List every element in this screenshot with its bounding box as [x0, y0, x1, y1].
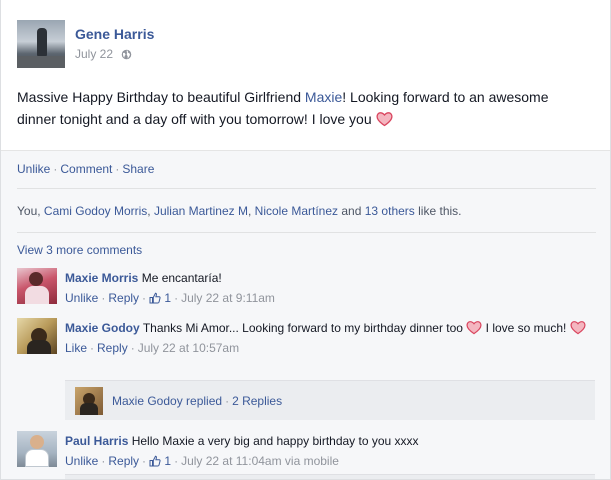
- separator-dot: ·: [90, 341, 95, 355]
- replies-text: Maxie Godoy replied · 2 Replies: [112, 394, 282, 408]
- share-link[interactable]: Share: [122, 162, 154, 176]
- comment-like-count[interactable]: 1: [164, 291, 171, 305]
- replies-count-link[interactable]: 2 Replies: [232, 394, 282, 408]
- commenter-avatar[interactable]: [17, 268, 57, 304]
- divider: [17, 188, 596, 189]
- comment-reply-link[interactable]: Reply: [97, 341, 128, 355]
- comment-text: Hello Maxie a very big and happy birthda…: [131, 434, 419, 448]
- separator-dot: ·: [225, 394, 230, 408]
- heart-icon: [375, 112, 393, 127]
- replier-name[interactable]: Maxie Godoy: [112, 394, 183, 408]
- thumbs-up-icon[interactable]: [149, 455, 161, 467]
- comment-unlike-link[interactable]: Unlike: [65, 454, 98, 468]
- commenter-avatar[interactable]: [17, 431, 57, 467]
- liker-name[interactable]: Nicole Martínez: [255, 204, 338, 218]
- post-mention[interactable]: Maxie: [305, 89, 342, 105]
- separator-dot: ·: [115, 162, 120, 176]
- commenter-name[interactable]: Maxie Morris: [65, 271, 138, 285]
- post-text-before: Massive Happy Birthday to beautiful Girl…: [17, 89, 305, 105]
- comment-body: Maxie Godoy Thanks Mi Amor... Looking fo…: [65, 318, 595, 358]
- liker-name[interactable]: Julian Martinez M: [154, 204, 248, 218]
- separator-dot: ·: [142, 454, 147, 468]
- commenter-name[interactable]: Maxie Godoy: [65, 321, 140, 335]
- comment-meta: Like · Reply · July 22 at 10:57am: [65, 338, 595, 358]
- comment-reply-link[interactable]: Reply: [108, 291, 139, 305]
- comment-meta: Unlike · Reply · 1 · July 22 at 11:04am via m…: [65, 451, 595, 471]
- comment-meta: Unlike · Reply · 1 · July 22 at 9:11am: [65, 288, 595, 308]
- avatar-figure: [37, 28, 47, 56]
- divider: [17, 232, 596, 233]
- heart-icon: [466, 321, 482, 335]
- globe-icon[interactable]: [121, 49, 132, 60]
- comment-text: I love so much!: [485, 321, 567, 335]
- likes-summary-row: You, Cami Godoy Morris, Julian Martinez …: [1, 188, 610, 232]
- thumbs-up-icon[interactable]: [149, 292, 161, 304]
- comment-body: Paul Harris Hello Maxie a very big and h…: [65, 431, 595, 471]
- likes-others-link[interactable]: 13 others: [365, 204, 415, 218]
- separator-dot: ·: [101, 291, 106, 305]
- next-reply-box: [65, 474, 595, 479]
- likes-and: and: [341, 204, 362, 218]
- comment-timestamp[interactable]: July 22 at 10:57am: [138, 341, 239, 355]
- comment-like-count[interactable]: 1: [164, 454, 171, 468]
- post-actions-bar: Unlike · Comment · Share: [1, 150, 610, 188]
- replier-avatar: [75, 387, 103, 415]
- separator-dot: ·: [130, 341, 135, 355]
- liker-name[interactable]: Cami Godoy Morris: [44, 204, 147, 218]
- comment-text: Me encantaría!: [141, 271, 222, 285]
- author-avatar[interactable]: [17, 20, 65, 68]
- separator-dot: ·: [101, 454, 106, 468]
- avatar-ground: [17, 56, 65, 68]
- comment-item: Maxie Godoy Thanks Mi Amor... Looking fo…: [17, 318, 595, 378]
- replies-summary[interactable]: Maxie Godoy replied · 2 Replies: [65, 380, 595, 420]
- comment-timestamp[interactable]: July 22 at 9:11am: [181, 291, 275, 305]
- likes-summary: You, Cami Godoy Morris, Julian Martinez …: [17, 204, 462, 218]
- post-header: Gene Harris July 22: [17, 20, 154, 68]
- unlike-link[interactable]: Unlike: [17, 162, 50, 176]
- post-card: Gene Harris July 22 Massive Happy Birthd…: [0, 0, 611, 480]
- header-text: Gene Harris July 22: [75, 20, 154, 68]
- comment-unlike-link[interactable]: Unlike: [65, 291, 98, 305]
- separator-dot: ·: [174, 291, 179, 305]
- post-actions: Unlike · Comment · Share: [17, 162, 154, 176]
- comment-timestamp[interactable]: July 22 at 11:04am via mobile: [181, 454, 339, 468]
- post-meta: July 22: [75, 47, 154, 61]
- comment-like-link[interactable]: Like: [65, 341, 87, 355]
- commenter-name[interactable]: Paul Harris: [65, 434, 128, 448]
- replies-verb: replied: [186, 394, 223, 408]
- heart-icon: [570, 321, 586, 335]
- likes-you: You: [17, 204, 38, 218]
- separator-dot: ·: [174, 454, 179, 468]
- comment-reply-link[interactable]: Reply: [108, 454, 139, 468]
- post-message: Massive Happy Birthday to beautiful Girl…: [17, 86, 557, 130]
- comment-item: Maxie Morris Me encantaría! Unlike · Reply…: [17, 268, 595, 308]
- separator-dot: ·: [142, 291, 147, 305]
- post-author[interactable]: Gene Harris: [75, 26, 154, 42]
- comment-body: Maxie Morris Me encantaría! Unlike · Reply…: [65, 268, 595, 308]
- separator-dot: ·: [53, 162, 58, 176]
- likes-suffix: like this.: [418, 204, 462, 218]
- comment-item: Paul Harris Hello Maxie a very big and h…: [17, 431, 595, 471]
- comment-link[interactable]: Comment: [60, 162, 112, 176]
- commenter-avatar[interactable]: [17, 318, 57, 354]
- comment-text: Thanks Mi Amor... Looking forward to my …: [142, 321, 463, 335]
- post-date[interactable]: July 22: [75, 47, 113, 61]
- view-more-comments-link[interactable]: View 3 more comments: [17, 243, 142, 257]
